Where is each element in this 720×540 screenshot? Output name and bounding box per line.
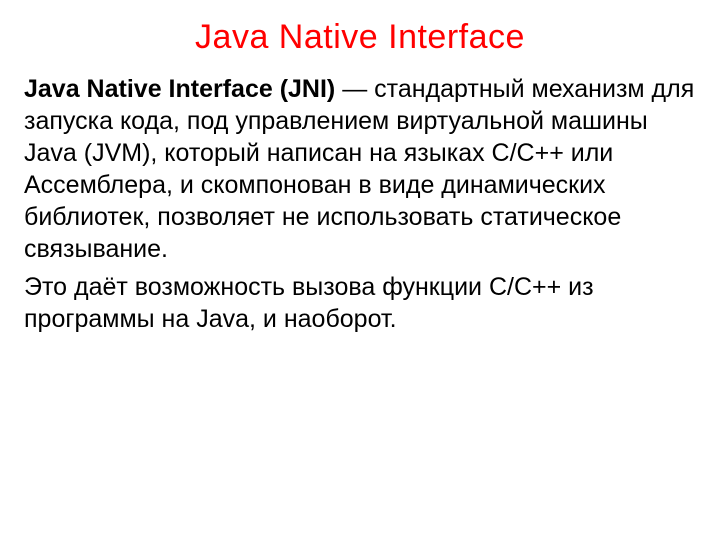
paragraph-1-bold: Java Native Interface (JNI) — [24, 75, 335, 103]
paragraph-1-rest: — стандартный механизм для запуска кода,… — [24, 75, 694, 263]
paragraph-1: Java Native Interface (JNI) — стандартны… — [24, 73, 696, 265]
paragraph-2: Это даёт возможность вызова функции С/C+… — [24, 271, 696, 335]
slide-title: Java Native Interface — [24, 18, 696, 57]
